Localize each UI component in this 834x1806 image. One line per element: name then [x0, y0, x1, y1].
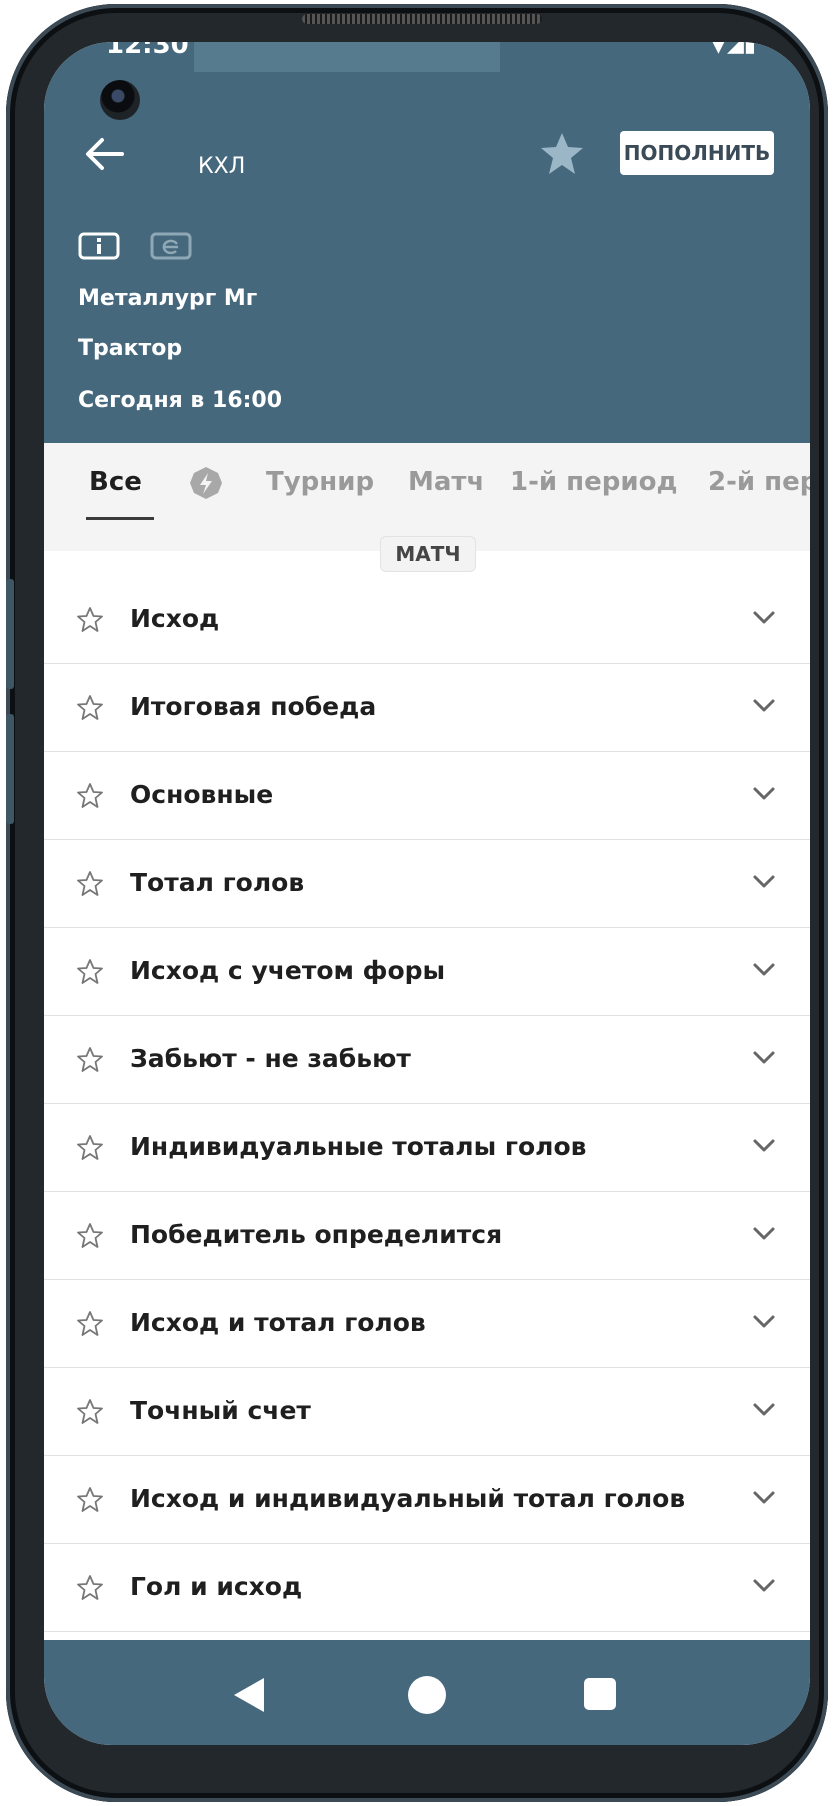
- market-label: Исход и индивидуальный тотал голов: [130, 1484, 686, 1513]
- star-outline-icon[interactable]: [76, 870, 104, 898]
- favorite-star-icon[interactable]: [538, 130, 586, 178]
- star-outline-icon[interactable]: [76, 1486, 104, 1514]
- list-item[interactable]: Тотал голов: [44, 840, 810, 928]
- list-item[interactable]: Итоговая победа: [44, 664, 810, 752]
- chevron-down-icon[interactable]: [752, 1226, 776, 1242]
- status-time: 12:30: [106, 42, 189, 60]
- star-outline-icon[interactable]: [76, 606, 104, 634]
- star-outline-icon[interactable]: [76, 958, 104, 986]
- star-outline-icon[interactable]: [76, 1398, 104, 1426]
- list-item[interactable]: Точный счет: [44, 1368, 810, 1456]
- market-label: Итоговая победа: [130, 692, 377, 721]
- volume-down-button: [6, 714, 14, 824]
- market-label: Забьют - не забьют: [130, 1044, 411, 1073]
- market-label: Точный счет: [130, 1396, 311, 1425]
- chevron-down-icon[interactable]: [752, 1490, 776, 1506]
- list-item[interactable]: Исход и индивидуальный тотал голов: [44, 1456, 810, 1544]
- chevron-down-icon[interactable]: [752, 786, 776, 802]
- markets-list: Исход Итоговая победа Основные Тотал гол…: [44, 576, 810, 1632]
- camera-icon: [100, 80, 140, 120]
- list-item[interactable]: Исход и тотал голов: [44, 1280, 810, 1368]
- chevron-down-icon[interactable]: [752, 962, 776, 978]
- nav-back-icon[interactable]: [232, 1676, 266, 1714]
- topup-button[interactable]: ПОПОЛНИТЬ: [620, 131, 774, 175]
- league-title: КХЛ: [198, 154, 246, 179]
- star-outline-icon[interactable]: [76, 694, 104, 722]
- match-header: 12:30 ▼◢▮ КХЛ ПОПОЛНИТЬ Металлург Мг Тра: [44, 42, 810, 443]
- info-icon[interactable]: [78, 232, 120, 260]
- market-label: Исход и тотал голов: [130, 1308, 426, 1337]
- section-label: МАТЧ: [380, 536, 476, 572]
- nav-home-icon[interactable]: [408, 1676, 446, 1714]
- market-label: Индивидуальные тоталы голов: [130, 1132, 587, 1161]
- status-icons: ▼◢▮: [710, 42, 756, 57]
- list-item[interactable]: Забьют - не забьют: [44, 1016, 810, 1104]
- phone-frame: 12:30 ▼◢▮ КХЛ ПОПОЛНИТЬ Металлург Мг Тра: [6, 4, 828, 1802]
- active-tab-indicator: [86, 517, 154, 520]
- live-bolt-icon[interactable]: [188, 465, 224, 501]
- chevron-down-icon[interactable]: [752, 698, 776, 714]
- tab-all[interactable]: Все: [89, 467, 142, 497]
- system-nav-bar: [44, 1640, 810, 1745]
- star-outline-icon[interactable]: [76, 782, 104, 810]
- list-item[interactable]: Индивидуальные тоталы голов: [44, 1104, 810, 1192]
- team-away: Трактор: [78, 336, 183, 361]
- market-label: Победитель определится: [130, 1220, 503, 1249]
- star-outline-icon[interactable]: [76, 1134, 104, 1162]
- market-label: Основные: [130, 780, 274, 809]
- tab-tournament[interactable]: Турнир: [266, 467, 374, 497]
- tab-period-2[interactable]: 2-й период: [708, 467, 810, 497]
- chevron-down-icon[interactable]: [752, 1050, 776, 1066]
- speaker-grill: [302, 14, 542, 24]
- list-item[interactable]: Исход с учетом форы: [44, 928, 810, 1016]
- list-item[interactable]: Победитель определится: [44, 1192, 810, 1280]
- volume-up-button: [6, 579, 14, 689]
- tab-match[interactable]: Матч: [408, 467, 484, 497]
- list-item[interactable]: Гол и исход: [44, 1544, 810, 1632]
- status-bar-overlay: [194, 42, 500, 72]
- nav-recents-icon[interactable]: [584, 1678, 616, 1710]
- back-arrow-icon[interactable]: [82, 132, 126, 176]
- market-label: Тотал голов: [130, 868, 305, 897]
- list-item[interactable]: Исход: [44, 576, 810, 664]
- star-outline-icon[interactable]: [76, 1046, 104, 1074]
- chevron-down-icon[interactable]: [752, 874, 776, 890]
- chevron-down-icon[interactable]: [752, 610, 776, 626]
- star-outline-icon[interactable]: [76, 1222, 104, 1250]
- star-outline-icon[interactable]: [76, 1310, 104, 1338]
- market-label: Исход с учетом форы: [130, 956, 446, 985]
- team-home: Металлург Мг: [78, 286, 258, 311]
- market-label: Исход: [130, 604, 220, 633]
- market-label: Гол и исход: [130, 1572, 303, 1601]
- tabs-bar: Все Турнир Матч 1-й период 2-й период: [44, 443, 810, 522]
- chevron-down-icon[interactable]: [752, 1138, 776, 1154]
- match-datetime: Сегодня в 16:00: [78, 388, 283, 413]
- chevron-down-icon[interactable]: [752, 1402, 776, 1418]
- screen: 12:30 ▼◢▮ КХЛ ПОПОЛНИТЬ Металлург Мг Тра: [44, 42, 810, 1745]
- tab-period-1[interactable]: 1-й период: [510, 467, 677, 497]
- list-item[interactable]: Основные: [44, 752, 810, 840]
- star-outline-icon[interactable]: [76, 1574, 104, 1602]
- e-icon[interactable]: [150, 232, 192, 260]
- chevron-down-icon[interactable]: [752, 1578, 776, 1594]
- chevron-down-icon[interactable]: [752, 1314, 776, 1330]
